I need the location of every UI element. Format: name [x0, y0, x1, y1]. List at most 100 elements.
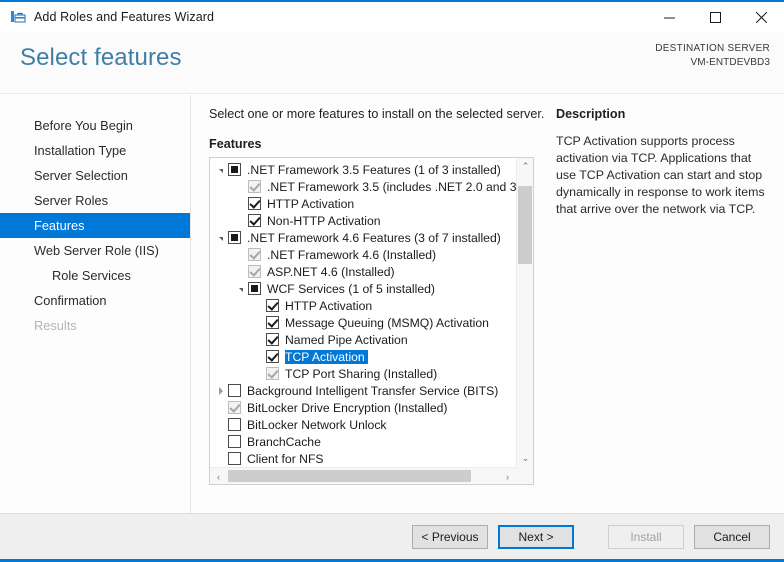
tree-item-label: .NET Framework 4.6 Features (3 of 7 inst…: [247, 231, 504, 245]
tree-item-label: .NET Framework 3.5 (includes .NET 2.0 an…: [267, 180, 516, 194]
tree-row[interactable]: WCF Services (1 of 5 installed): [210, 280, 516, 297]
wizard-navigation: Before You BeginInstallation TypeServer …: [0, 95, 191, 513]
checkbox-checked[interactable]: [266, 350, 279, 363]
scroll-up-icon[interactable]: ⌃: [517, 158, 534, 175]
expander-open-icon[interactable]: [214, 161, 228, 178]
tree-item-label: .NET Framework 4.6 (Installed): [267, 248, 439, 262]
checkbox-partial[interactable]: [228, 231, 241, 244]
scroll-left-icon[interactable]: ‹: [210, 468, 227, 485]
tree-row[interactable]: TCP Activation: [210, 348, 516, 365]
tree-row[interactable]: BranchCache: [210, 433, 516, 450]
tree-row[interactable]: ASP.NET 4.6 (Installed): [210, 263, 516, 280]
tree-item-label: TCP Port Sharing (Installed): [285, 367, 440, 381]
sidebar-item-web-server-role-iis[interactable]: Web Server Role (IIS): [0, 238, 190, 263]
tree-item-label: Non-HTTP Activation: [267, 214, 384, 228]
sidebar-item-installation-type[interactable]: Installation Type: [0, 138, 190, 163]
wizard-toolbox-icon: [10, 9, 26, 25]
tree-row[interactable]: Message Queuing (MSMQ) Activation: [210, 314, 516, 331]
tree-item-label: .NET Framework 3.5 Features (1 of 3 inst…: [247, 163, 504, 177]
tree-item-label: Named Pipe Activation: [285, 333, 411, 347]
checkbox-checked[interactable]: [248, 214, 261, 227]
description-pane: Description TCP Activation supports proc…: [556, 107, 768, 218]
cancel-button[interactable]: Cancel: [694, 525, 770, 549]
tree-row[interactable]: HTTP Activation: [210, 297, 516, 314]
checkbox-checked[interactable]: [266, 299, 279, 312]
tree-item-label: BitLocker Network Unlock: [247, 418, 390, 432]
checkbox-unchecked[interactable]: [228, 452, 241, 465]
tree-row[interactable]: TCP Port Sharing (Installed): [210, 365, 516, 382]
tree-row[interactable]: .NET Framework 3.5 Features (1 of 3 inst…: [210, 161, 516, 178]
tree-item-label: Message Queuing (MSMQ) Activation: [285, 316, 492, 330]
tree-item-label: BranchCache: [247, 435, 324, 449]
vertical-scrollbar[interactable]: ⌃ ⌄: [516, 158, 533, 467]
close-button[interactable]: [738, 2, 784, 32]
vertical-scroll-thumb[interactable]: [518, 186, 532, 264]
tree-row[interactable]: Non-HTTP Activation: [210, 212, 516, 229]
tree-row[interactable]: BitLocker Drive Encryption (Installed): [210, 399, 516, 416]
checkbox-checked-disabled: [248, 248, 261, 261]
minimize-button[interactable]: [646, 2, 692, 32]
horizontal-scrollbar[interactable]: ‹ ›: [210, 467, 516, 484]
checkbox-checked-disabled: [248, 180, 261, 193]
tree-row[interactable]: .NET Framework 4.6 Features (3 of 7 inst…: [210, 229, 516, 246]
tree-item-label: Background Intelligent Transfer Service …: [247, 384, 501, 398]
checkbox-unchecked[interactable]: [228, 384, 241, 397]
horizontal-scroll-thumb[interactable]: [228, 470, 471, 482]
features-tree-viewport: .NET Framework 3.5 Features (1 of 3 inst…: [210, 158, 516, 467]
checkbox-checked[interactable]: [248, 197, 261, 210]
expander-spacer: [252, 331, 266, 348]
window-title: Add Roles and Features Wizard: [34, 10, 214, 24]
tree-row[interactable]: Client for NFS: [210, 450, 516, 467]
tree-row[interactable]: .NET Framework 3.5 (includes .NET 2.0 an…: [210, 178, 516, 195]
maximize-button[interactable]: [692, 2, 738, 32]
tree-row[interactable]: BitLocker Network Unlock: [210, 416, 516, 433]
next-button[interactable]: Next >: [498, 525, 574, 549]
expander-spacer: [234, 195, 248, 212]
expander-spacer: [252, 297, 266, 314]
title-bar: Add Roles and Features Wizard: [0, 2, 784, 32]
checkbox-unchecked[interactable]: [228, 435, 241, 448]
page-header: Select features DESTINATION SERVER VM-EN…: [0, 32, 784, 94]
scroll-right-icon[interactable]: ›: [499, 468, 516, 485]
tree-item-label: BitLocker Drive Encryption (Installed): [247, 401, 451, 415]
checkbox-checked[interactable]: [266, 333, 279, 346]
sidebar-item-server-selection[interactable]: Server Selection: [0, 163, 190, 188]
checkbox-checked-disabled: [228, 401, 241, 414]
destination-server-block: DESTINATION SERVER VM-ENTDEVBD3: [655, 42, 770, 70]
features-tree[interactable]: .NET Framework 3.5 Features (1 of 3 inst…: [209, 157, 534, 485]
sidebar-item-role-services[interactable]: Role Services: [0, 263, 190, 288]
checkbox-checked[interactable]: [266, 316, 279, 329]
sidebar-item-confirmation[interactable]: Confirmation: [0, 288, 190, 313]
expander-closed-icon[interactable]: [214, 382, 228, 399]
sidebar-item-features[interactable]: Features: [0, 213, 190, 238]
tree-item-label: HTTP Activation: [267, 197, 357, 211]
tree-item-label: HTTP Activation: [285, 299, 375, 313]
expander-spacer: [214, 433, 228, 450]
checkbox-unchecked[interactable]: [228, 418, 241, 431]
wizard-footer: < Previous Next > Install Cancel: [0, 513, 784, 562]
sidebar-item-server-roles[interactable]: Server Roles: [0, 188, 190, 213]
checkbox-checked-disabled: [248, 265, 261, 278]
sidebar-item-before-you-begin[interactable]: Before You Begin: [0, 113, 190, 138]
expander-spacer: [234, 178, 248, 195]
expander-spacer: [252, 314, 266, 331]
expander-spacer: [214, 450, 228, 467]
tree-item-label: ASP.NET 4.6 (Installed): [267, 265, 398, 279]
previous-button[interactable]: < Previous: [412, 525, 488, 549]
expander-spacer: [234, 246, 248, 263]
scrollbar-corner: [516, 467, 533, 484]
tree-row[interactable]: Named Pipe Activation: [210, 331, 516, 348]
expander-open-icon[interactable]: [214, 229, 228, 246]
tree-row[interactable]: HTTP Activation: [210, 195, 516, 212]
tree-row[interactable]: .NET Framework 4.6 (Installed): [210, 246, 516, 263]
tree-row[interactable]: Background Intelligent Transfer Service …: [210, 382, 516, 399]
description-text: TCP Activation supports process activati…: [556, 133, 768, 218]
sidebar-item-results: Results: [0, 313, 190, 338]
tree-item-label: WCF Services (1 of 5 installed): [267, 282, 438, 296]
expander-open-icon[interactable]: [234, 280, 248, 297]
checkbox-partial[interactable]: [228, 163, 241, 176]
destination-server-name: VM-ENTDEVBD3: [655, 56, 770, 70]
checkbox-checked-disabled: [266, 367, 279, 380]
checkbox-partial[interactable]: [248, 282, 261, 295]
scroll-down-icon[interactable]: ⌄: [517, 450, 534, 467]
